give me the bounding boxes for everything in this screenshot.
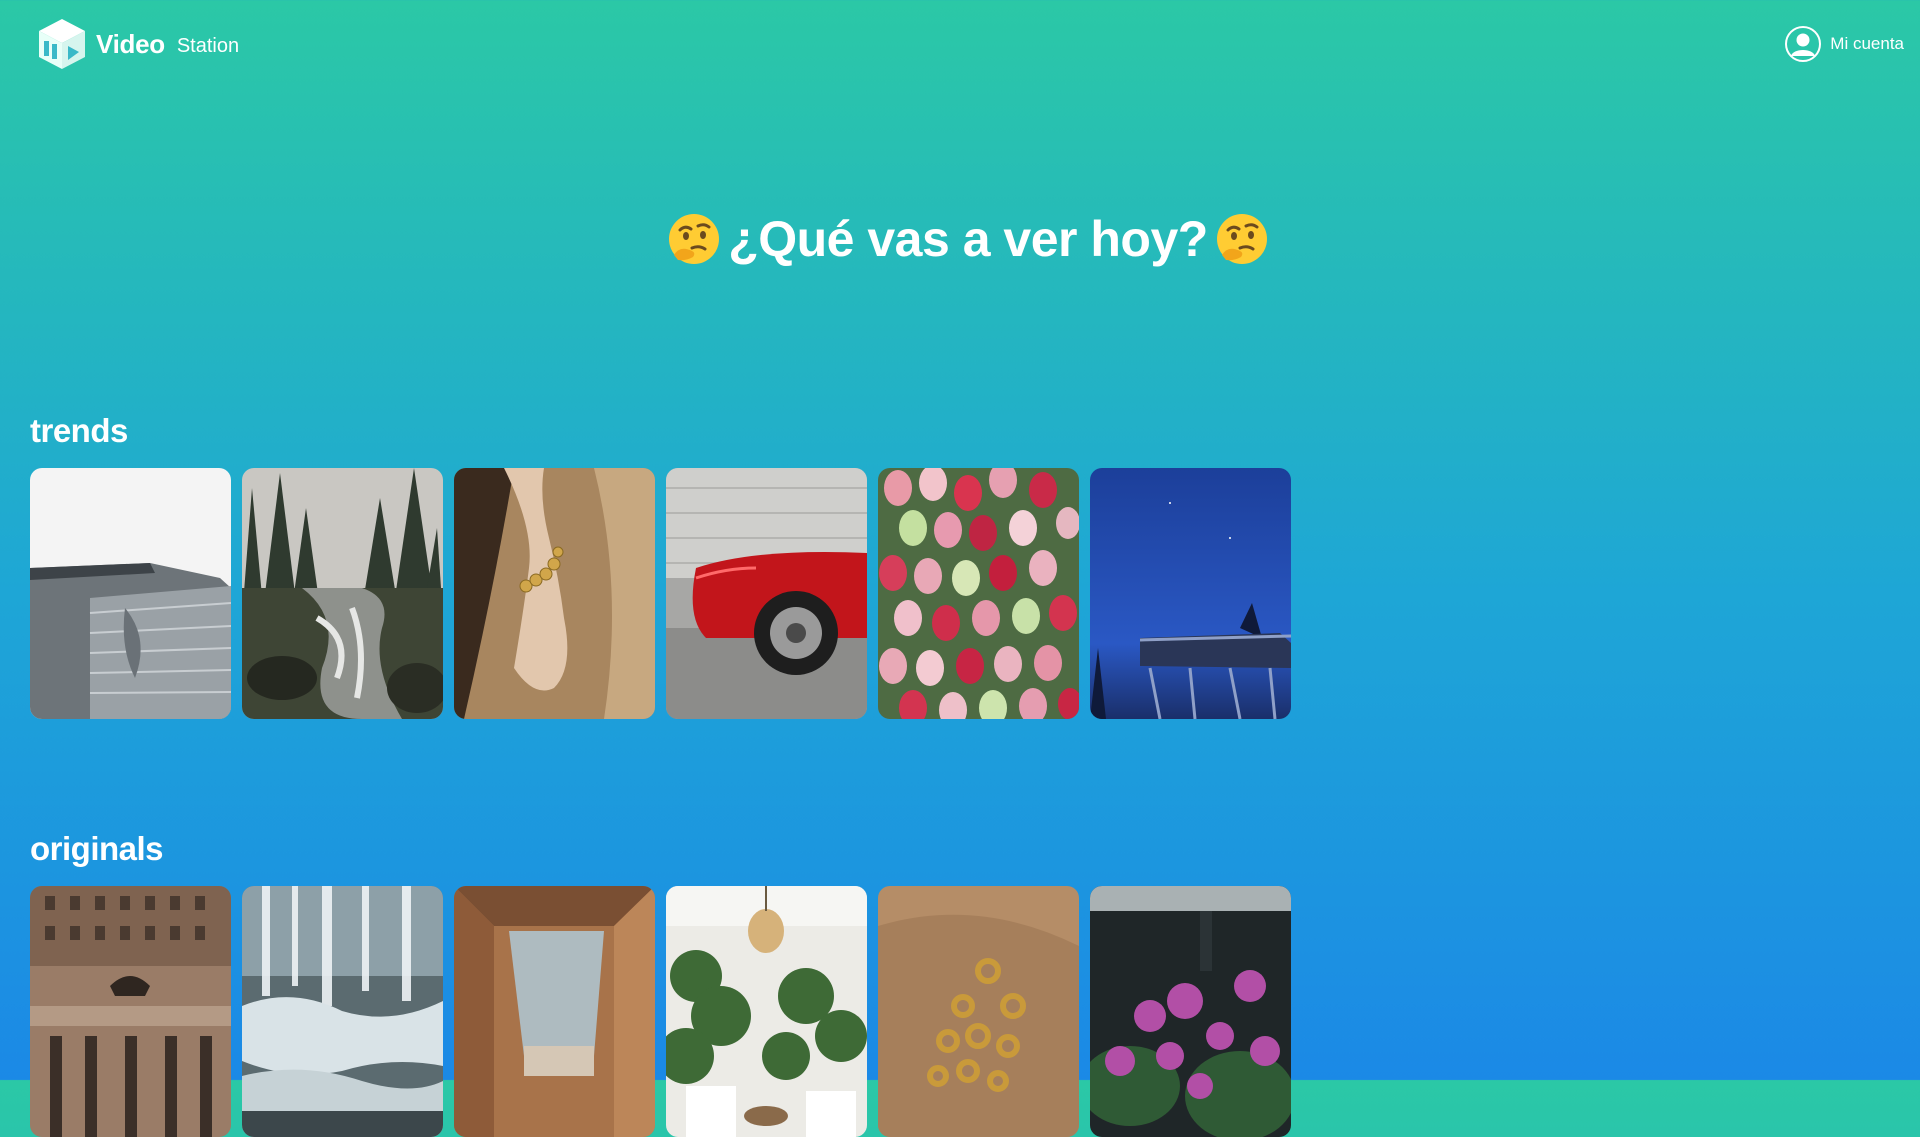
brand-subtitle: Station: [176, 34, 240, 57]
section-title-trends: trends: [30, 412, 128, 449]
thinking-face-icon: [669, 214, 720, 264]
brand-name: Video: [96, 28, 165, 59]
video-card-modern-building[interactable]: [30, 468, 231, 719]
video-card-night-sky-tower[interactable]: [1090, 468, 1291, 719]
account-label: Mi cuenta: [1830, 34, 1904, 53]
thumbnail-image: [878, 886, 1079, 1137]
top-bar: Video Station Mi cuenta: [0, 0, 1920, 90]
thumbnail-image: [30, 886, 231, 1137]
section-title-originals: originals: [30, 830, 164, 867]
account-menu[interactable]: Mi cuenta: [1785, 26, 1904, 62]
thumbnail-image: [242, 886, 443, 1137]
thumbnail-image: [666, 468, 867, 719]
video-card-hand-bracelet[interactable]: [454, 468, 655, 719]
thumbnail-image: [454, 886, 655, 1137]
video-card-interior-plants[interactable]: [666, 886, 867, 1137]
thumbnail-image: [454, 468, 655, 719]
hero-title: ¿Qué vas a ver hoy?: [728, 211, 1208, 267]
user-avatar-icon: [1785, 26, 1822, 62]
video-card-red-car[interactable]: [666, 468, 867, 719]
video-card-purple-flowers[interactable]: [1090, 886, 1291, 1137]
thumbnail-image: [1090, 468, 1291, 719]
video-card-skylight[interactable]: [454, 886, 655, 1137]
thinking-face-icon: [1216, 214, 1267, 264]
originals-row: [30, 886, 1291, 1137]
video-card-classic-building[interactable]: [30, 886, 231, 1137]
thumbnail-image: [666, 886, 867, 1137]
video-card-gold-rings[interactable]: [878, 886, 1079, 1137]
video-card-waterfall[interactable]: [242, 886, 443, 1137]
video-card-forest-river[interactable]: [242, 468, 443, 719]
video-card-tulips[interactable]: [878, 468, 1079, 719]
thumbnail-image: [30, 468, 231, 719]
thumbnail-image: [242, 468, 443, 719]
brand-logo[interactable]: Video Station: [34, 16, 239, 72]
cube-icon: [39, 19, 85, 69]
thumbnail-image: [1090, 886, 1291, 1137]
trends-row: [30, 468, 1291, 719]
thumbnail-image: [878, 468, 1079, 719]
hero: ¿Qué vas a ver hoy?: [0, 210, 1920, 272]
